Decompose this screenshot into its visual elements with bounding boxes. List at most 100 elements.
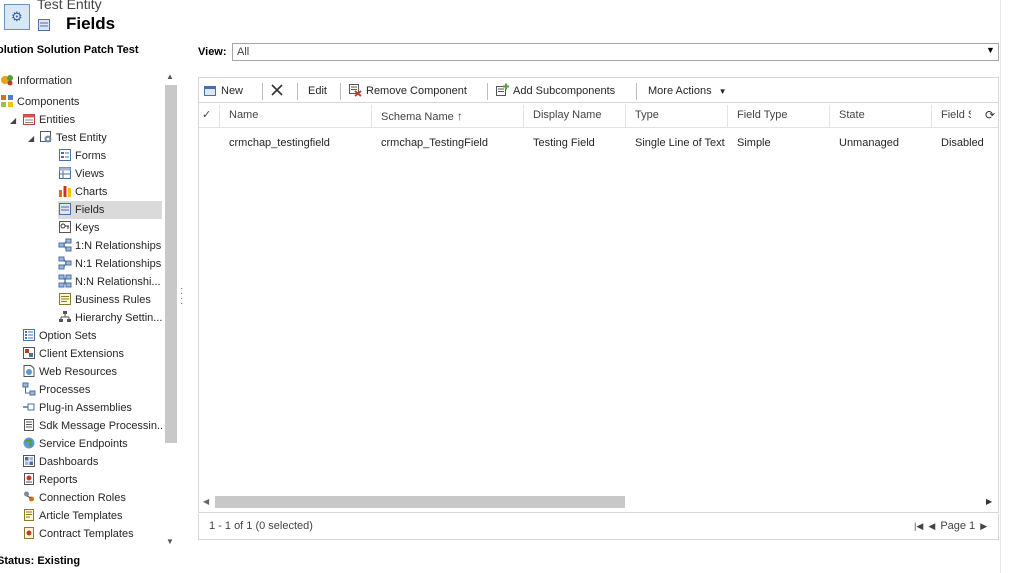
delete-button[interactable] — [270, 84, 288, 102]
column-header-field-security[interactable]: Field S — [941, 109, 971, 121]
relationship-icon — [58, 274, 72, 288]
nav-scrollbar-thumb[interactable] — [165, 85, 177, 443]
remove-component-button[interactable]: Remove Component — [348, 84, 467, 102]
column-header-state[interactable]: State — [839, 109, 865, 121]
relationship-icon — [58, 238, 72, 252]
web-resources-icon — [23, 365, 35, 378]
horizontal-scrollbar-thumb[interactable] — [215, 496, 625, 508]
column-header-field-type[interactable]: Field Type — [737, 109, 788, 121]
delete-x-icon — [271, 84, 283, 96]
next-page-icon[interactable]: ▶ — [980, 521, 987, 531]
nav-item-business-rules[interactable]: Business Rules — [58, 291, 151, 309]
service-endpoints-icon — [23, 437, 35, 449]
remove-component-icon — [349, 84, 362, 97]
cell-schema-name: crmchap_TestingField — [381, 137, 488, 149]
nav-item-hierarchy-settings[interactable]: Hierarchy Settin... — [58, 309, 162, 327]
scroll-down-arrow-icon[interactable]: ▼ — [166, 537, 174, 546]
pager: |◀ ◀ Page 1 ▶ — [914, 520, 987, 532]
more-actions-button[interactable]: More Actions ▼ — [648, 84, 727, 102]
nav-item-connection-roles[interactable]: Connection Roles — [22, 489, 126, 507]
plugin-icon — [23, 403, 35, 411]
solution-title: olution Solution Patch Test — [0, 44, 139, 56]
column-separator — [727, 105, 728, 127]
window-edge — [1000, 0, 1001, 573]
client-extensions-icon — [23, 347, 35, 360]
column-header-type[interactable]: Type — [635, 109, 659, 121]
nav-item-article-templates[interactable]: Article Templates — [22, 507, 123, 525]
entity-icon — [40, 131, 52, 143]
add-subcomponents-button[interactable]: Add Subcomponents — [495, 83, 615, 102]
new-button[interactable]: New — [203, 84, 243, 102]
nav-item-service-endpoints[interactable]: Service Endpoints — [22, 435, 128, 453]
cell-name[interactable]: crmchap_testingfield — [229, 137, 330, 149]
reports-icon — [24, 473, 34, 486]
solution-gear-icon: ⚙ — [4, 4, 30, 30]
nav-item-1n-relationships[interactable]: 1:N Relationships — [58, 237, 161, 255]
nav-item-web-resources[interactable]: Web Resources — [22, 363, 117, 381]
cell-field-security: Disabled — [941, 137, 984, 149]
processes-icon — [22, 382, 36, 396]
first-page-icon[interactable]: |◀ — [914, 521, 923, 531]
scroll-left-arrow-icon[interactable]: ◀ — [203, 497, 209, 506]
solution-nav-tree: Information Components ◢ Entities ◢ Test… — [0, 70, 164, 548]
charts-icon — [59, 186, 71, 198]
expanded-caret-icon[interactable]: ◢ — [10, 116, 16, 125]
nav-item-processes[interactable]: Processes — [22, 381, 90, 399]
pane-splitter-handle[interactable]: · · · · — [180, 284, 183, 309]
scroll-up-arrow-icon[interactable]: ▲ — [166, 72, 174, 81]
nav-item-information[interactable]: Information — [0, 72, 72, 90]
grid-footer — [198, 514, 999, 540]
entities-icon — [23, 114, 35, 126]
scroll-right-arrow-icon[interactable]: ▶ — [986, 497, 992, 506]
nav-item-views[interactable]: Views — [58, 165, 104, 183]
nav-item-reports[interactable]: Reports — [22, 471, 78, 489]
new-record-icon — [204, 86, 216, 97]
nav-item-forms[interactable]: Forms — [58, 147, 106, 165]
dropdown-arrow-icon[interactable]: ▼ — [986, 45, 995, 55]
column-separator — [625, 105, 626, 127]
nav-item-components[interactable]: Components — [0, 93, 79, 111]
forms-icon — [59, 149, 71, 162]
nav-item-nn-relationships[interactable]: N:N Relationshi... — [58, 273, 161, 291]
article-templates-icon — [24, 509, 34, 522]
view-select[interactable] — [232, 43, 999, 61]
column-header-schema-name[interactable]: Schema Name ↑ — [381, 109, 463, 123]
column-separator — [219, 105, 220, 127]
expanded-caret-icon[interactable]: ◢ — [28, 134, 34, 143]
nav-item-client-extensions[interactable]: Client Extensions — [22, 345, 124, 363]
record-count: 1 - 1 of 1 (0 selected) — [209, 520, 313, 532]
information-icon — [1, 75, 13, 86]
fields-icon — [59, 203, 71, 216]
nav-item-plugin-assemblies[interactable]: Plug-in Assemblies — [22, 399, 132, 417]
nav-item-n1-relationships[interactable]: N:1 Relationships — [58, 255, 161, 273]
column-separator — [523, 105, 524, 127]
nav-item-contract-templates[interactable]: Contract Templates — [22, 525, 134, 543]
nav-item-sdk-message-processing[interactable]: Sdk Message Processin... — [22, 417, 164, 435]
column-header-display-name[interactable]: Display Name — [533, 109, 601, 121]
edit-button[interactable]: Edit — [308, 84, 327, 102]
components-icon — [1, 95, 13, 108]
nav-item-fields[interactable]: Fields — [58, 201, 162, 219]
nav-item-option-sets[interactable]: Option Sets — [22, 327, 96, 345]
toolbar-separator — [487, 83, 488, 100]
option-sets-icon — [23, 329, 35, 342]
sort-ascending-icon: ↑ — [456, 109, 463, 123]
nav-item-dashboards[interactable]: Dashboards — [22, 453, 98, 471]
nav-item-charts[interactable]: Charts — [58, 183, 107, 201]
previous-page-icon[interactable]: ◀ — [928, 521, 935, 531]
page-number: Page 1 — [940, 520, 976, 532]
business-rules-icon — [59, 293, 71, 306]
nav-item-keys[interactable]: Keys — [58, 219, 99, 237]
cell-field-type: Simple — [737, 137, 771, 149]
contract-templates-icon — [24, 527, 34, 540]
column-separator — [371, 105, 372, 127]
fields-header-icon — [38, 19, 50, 31]
nav-item-test-entity[interactable]: Test Entity — [39, 129, 107, 147]
column-header-name[interactable]: Name — [229, 109, 258, 121]
nav-item-entities[interactable]: Entities — [22, 111, 75, 129]
select-all-checkmark-icon[interactable]: ✓ — [202, 108, 211, 121]
hierarchy-icon — [59, 311, 71, 323]
dashboards-icon — [23, 455, 35, 468]
refresh-icon[interactable]: ⟳ — [985, 108, 995, 122]
toolbar-separator — [297, 83, 298, 100]
